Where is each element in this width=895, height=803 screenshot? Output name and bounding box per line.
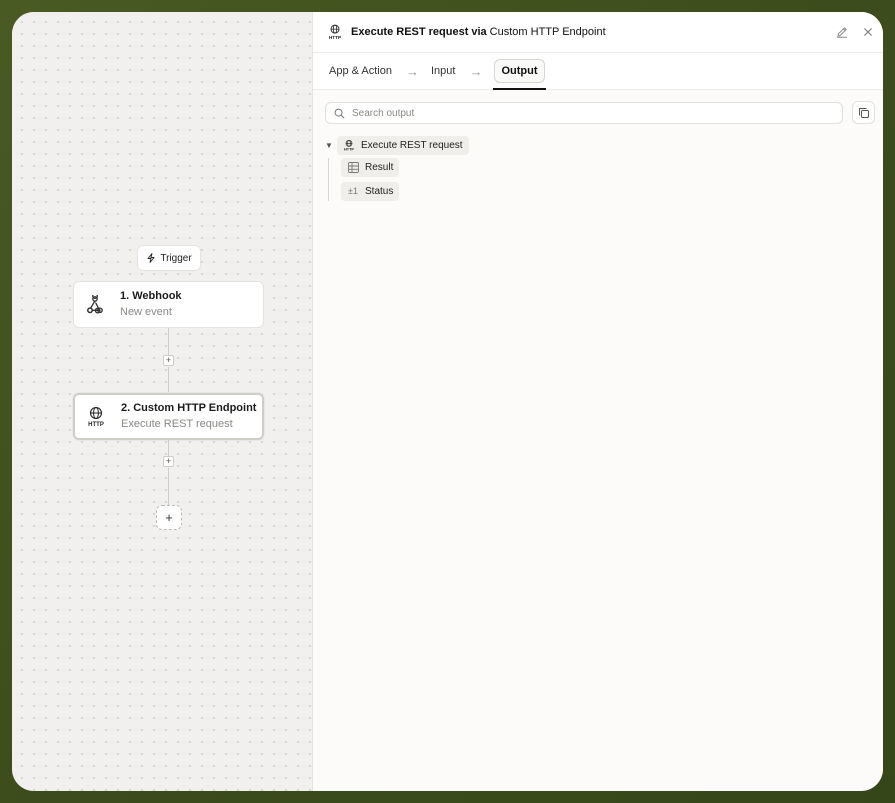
http-globe-icon: HTTP	[327, 24, 343, 40]
panel-header: HTTP Execute REST request via Custom HTT…	[313, 12, 883, 53]
tree-root[interactable]: ▼ HTTP Execute REST request	[325, 136, 469, 155]
tree-root-chip[interactable]: HTTP Execute REST request	[337, 136, 469, 155]
step-title: 1. Webhook	[120, 290, 182, 302]
http-globe-icon: HTTP	[85, 406, 107, 428]
add-step-between-button[interactable]: +	[163, 355, 174, 366]
connector-line	[168, 367, 169, 393]
edit-icon[interactable]	[835, 25, 849, 39]
tree-root-label: Execute REST request	[361, 140, 463, 151]
panel-title: Execute REST request	[351, 26, 469, 38]
tree-item-status[interactable]: ±1 Status	[341, 181, 400, 201]
trigger-label: Trigger	[160, 252, 192, 264]
tree-children: Result ±1 Status	[328, 158, 469, 201]
output-tree: ▼ HTTP Execute REST request Result ±1 St…	[325, 136, 469, 204]
search-icon	[334, 108, 345, 118]
step-subtitle: New event	[120, 306, 172, 318]
panel-title-via: via	[471, 26, 487, 38]
step-details-panel: HTTP Execute REST request via Custom HTT…	[312, 12, 883, 791]
step-title: 2. Custom HTTP Endpoint	[121, 402, 257, 414]
arrow-right-icon: →	[469, 63, 483, 79]
tab-input[interactable]: Input	[431, 65, 455, 77]
svg-text:HTTP: HTTP	[88, 422, 104, 428]
panel-app-name: Custom HTTP Endpoint	[489, 26, 606, 38]
webhook-icon	[84, 294, 106, 316]
connector-line	[168, 468, 169, 505]
tree-item-label: Result	[365, 162, 394, 173]
copy-icon	[858, 107, 869, 118]
tab-output[interactable]: Output	[493, 59, 546, 90]
step-webhook[interactable]: 1. Webhook New event	[73, 281, 264, 328]
tab-app-action[interactable]: App & Action	[329, 65, 392, 77]
add-step-between-button[interactable]: +	[163, 456, 174, 467]
tree-item-result[interactable]: Result	[341, 158, 400, 177]
panel-tabs: App & Action → Input → Output	[313, 53, 883, 90]
app-window: Trigger 1. Webhook New event + HTTP 2. C…	[12, 12, 883, 791]
table-icon	[347, 162, 359, 174]
search-field[interactable]	[325, 102, 843, 124]
add-step-button[interactable]: +	[156, 505, 182, 530]
number-icon: ±1	[348, 186, 358, 196]
workflow-canvas[interactable]: Trigger 1. Webhook New event + HTTP 2. C…	[12, 12, 312, 791]
svg-text:HTTP: HTTP	[344, 148, 354, 152]
lightning-icon	[147, 253, 155, 263]
close-icon[interactable]	[861, 25, 875, 39]
http-globe-icon: HTTP	[343, 139, 355, 152]
step-custom-http-endpoint[interactable]: HTTP 2. Custom HTTP Endpoint Execute RES…	[73, 393, 264, 440]
search-input[interactable]	[352, 107, 810, 119]
step-subtitle: Execute REST request	[121, 418, 233, 430]
arrow-right-icon: →	[406, 63, 419, 79]
svg-text:HTTP: HTTP	[329, 35, 341, 40]
caret-down-icon[interactable]: ▼	[325, 141, 337, 150]
trigger-button[interactable]: Trigger	[137, 245, 201, 271]
search-row	[325, 101, 875, 124]
tree-item-label: Status	[365, 185, 394, 197]
copy-button[interactable]	[852, 101, 875, 124]
